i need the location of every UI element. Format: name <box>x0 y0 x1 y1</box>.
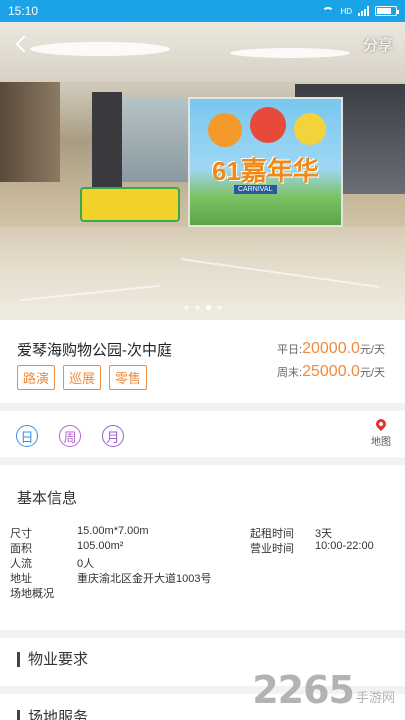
site-watermark: 2265 手游网 <box>252 668 395 712</box>
weekday-label: 平日: <box>277 344 303 356</box>
carousel-indicator <box>0 305 405 310</box>
venue-title: 爱琴海购物公园-次中庭 <box>17 342 172 359</box>
weekend-price: 25000.0 <box>302 363 360 380</box>
info-row: 人流 0人 <box>10 555 400 570</box>
info-row: 地址 重庆渝北区金开大道1003号 <box>10 570 400 585</box>
photo-light <box>30 42 170 56</box>
watermark-text: 手游网 <box>355 690 395 705</box>
property-requirements-title: 物业要求 <box>17 652 88 667</box>
watermark-number: 2265 <box>252 668 355 712</box>
weekend-label: 周末: <box>277 367 303 379</box>
info-value: 105.00m² <box>77 540 124 552</box>
info-key: 面积 <box>10 543 32 555</box>
weekend-price-row: 周末:25000.0元/天 <box>277 361 385 384</box>
date-filter-bar: 日 周 月 地图 <box>0 411 405 457</box>
info-row: 面积 105.00m² 营业时间 10:00-22:00 <box>10 540 400 555</box>
photo-cartoon-character <box>208 113 242 147</box>
info-key: 营业时间 <box>250 543 294 555</box>
basic-info-title: 基本信息 <box>17 490 78 507</box>
day-filter-button[interactable]: 日 <box>16 425 38 447</box>
photo-cartoon-character <box>250 107 286 143</box>
info-value: 3天 <box>315 528 333 540</box>
price-block: 平日:20000.0元/天 周末:25000.0元/天 <box>277 338 385 384</box>
photo-kids-fence <box>80 187 180 222</box>
photo-cartoon-character <box>294 113 326 145</box>
venue-tags: 路演 巡展 零售 <box>17 365 148 390</box>
map-label: 地图 <box>371 437 391 448</box>
price-unit: 元/天 <box>359 367 385 379</box>
map-button[interactable]: 地图 <box>369 416 393 448</box>
basic-info-section: 基本信息 尺寸 15.00m*7.00m 起租时间 3天 面积 105.00m²… <box>0 465 405 630</box>
hd-label: HD <box>340 6 352 16</box>
status-bar: 15:10 HD <box>0 0 405 22</box>
info-row: 场地概况 <box>10 585 400 600</box>
signal-icon <box>358 6 369 16</box>
info-row: 尺寸 15.00m*7.00m 起租时间 3天 <box>10 525 400 540</box>
basic-info-grid: 尺寸 15.00m*7.00m 起租时间 3天 面积 105.00m² 营业时间… <box>10 525 400 600</box>
venue-summary-card: 爱琴海购物公园-次中庭 路演 巡展 零售 平日:20000.0元/天 周末:25… <box>0 320 405 403</box>
weekday-price: 20000.0 <box>302 340 360 357</box>
carousel-dot[interactable] <box>194 305 200 310</box>
info-value: 0人 <box>77 558 95 570</box>
status-icons: HD <box>322 6 399 16</box>
billboard-title: 61嘉年华 <box>212 156 319 186</box>
wifi-icon <box>322 6 335 16</box>
weekday-price-row: 平日:20000.0元/天 <box>277 338 385 361</box>
info-key: 场地概况 <box>10 588 54 600</box>
price-unit: 元/天 <box>359 344 385 356</box>
venue-service-title: 场地服务 <box>17 710 88 720</box>
week-filter-button[interactable]: 周 <box>59 425 81 447</box>
info-key: 地址 <box>10 573 32 585</box>
carousel-dot-active[interactable] <box>205 305 211 310</box>
share-button[interactable]: 分享 <box>363 34 393 55</box>
info-key: 尺寸 <box>10 528 32 540</box>
month-filter-button[interactable]: 月 <box>102 425 124 447</box>
venue-photo-carousel[interactable]: 61嘉年华 CARNIVAL 分享 <box>0 22 405 320</box>
tag-roadshow: 路演 <box>17 365 56 390</box>
photo-light <box>230 48 350 58</box>
info-value: 重庆渝北区金开大道1003号 <box>77 573 212 585</box>
info-key: 起租时间 <box>250 528 294 540</box>
map-pin-icon <box>373 416 389 432</box>
back-button[interactable] <box>10 30 36 56</box>
tag-retail: 零售 <box>109 365 148 390</box>
photo-billboard: 61嘉年华 CARNIVAL <box>188 97 343 227</box>
carousel-dot[interactable] <box>183 305 189 310</box>
info-value: 10:00-22:00 <box>315 540 374 552</box>
battery-icon <box>375 6 399 16</box>
photo-store-left <box>0 82 60 182</box>
info-value: 15.00m*7.00m <box>77 525 149 537</box>
status-time: 15:10 <box>8 4 39 18</box>
info-key: 人流 <box>10 558 32 570</box>
carousel-dot[interactable] <box>216 305 222 310</box>
tag-tour: 巡展 <box>63 365 102 390</box>
billboard-subtitle: CARNIVAL <box>234 185 277 194</box>
